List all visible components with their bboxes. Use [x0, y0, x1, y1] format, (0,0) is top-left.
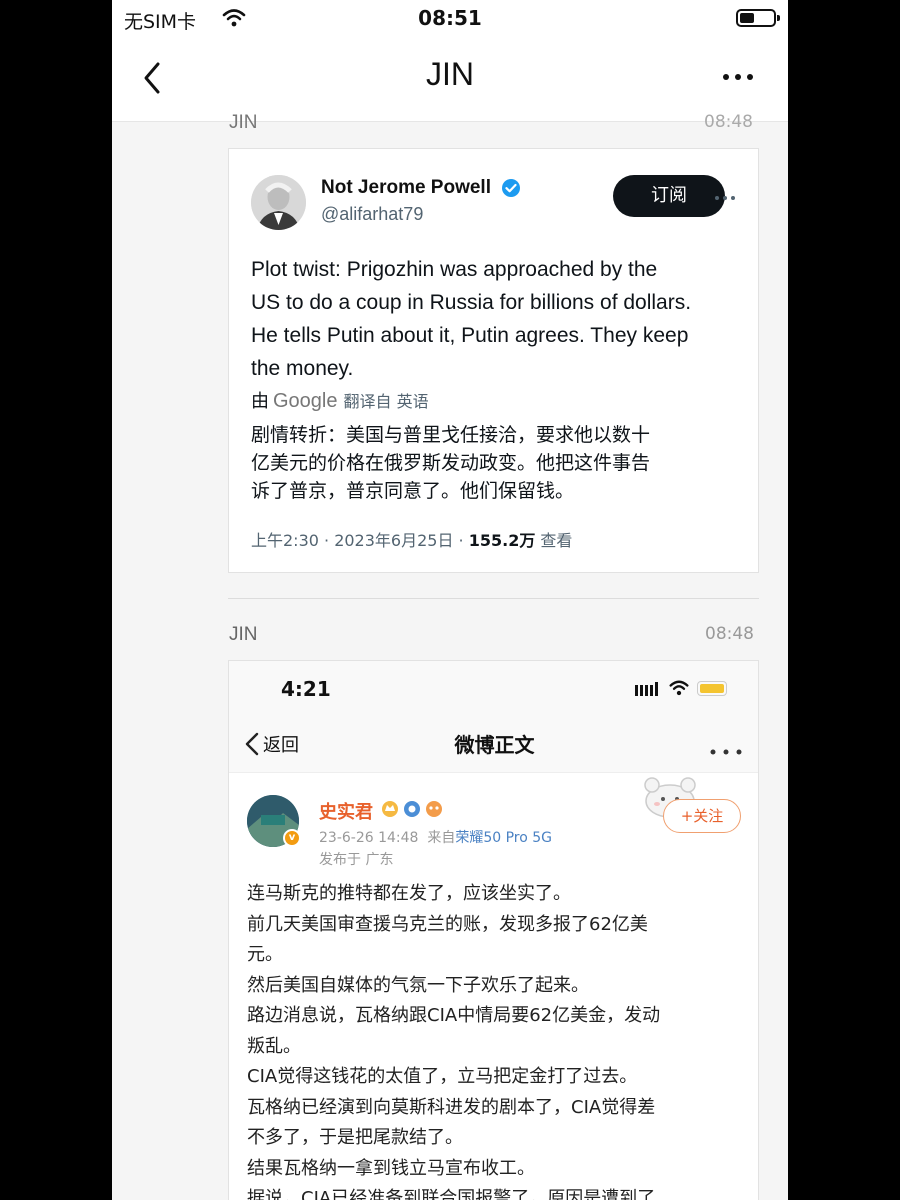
weibo-post-meta: 23-6-26 14:48 来自荣耀50 Pro 5G — [319, 827, 552, 847]
embedded-status-time: 4:21 — [281, 677, 331, 701]
translate-prefix: 由 — [251, 391, 269, 412]
tweet-meta: 上午2:30 · 2023年6月25日 · 155.2万 查看 — [251, 527, 572, 551]
weibo-location: 发布于 广东 — [319, 852, 394, 868]
translation-line: 亿美元的价格在俄罗斯发动政变。他把这件事告 — [251, 452, 651, 474]
weibo-source-prefix: 来自 — [427, 830, 456, 846]
follow-button[interactable]: +关注 — [663, 799, 741, 833]
user-badges-icon — [381, 799, 455, 823]
tweet-text-line: US to do a coup in Russia for billions o… — [251, 291, 692, 314]
weibo-author-name[interactable]: 史实君 — [319, 798, 373, 824]
verified-badge-icon — [501, 178, 521, 202]
more-button[interactable] — [720, 62, 760, 92]
embedded-status-bar: 4:21 — [229, 661, 758, 713]
tweet-timestamp: 上午2:30 · 2023年6月25日 · — [251, 531, 469, 550]
tweet-text-line: He tells Putin about it, Putin agrees. T… — [251, 324, 689, 347]
message-sender: JIN — [229, 624, 258, 645]
post-line: 前几天美国审查援乌克兰的账，发现多报了62亿美 — [247, 913, 648, 935]
post-line: 瓦格纳已经演到向莫斯科进发的剧本了，CIA觉得差 — [247, 1096, 656, 1118]
weibo-image-message[interactable]: 4:21 返回 微博正文 v 史实君 23-6-26 14:48 来自荣耀50 … — [228, 660, 759, 1200]
phone-screen: 无SIM卡 08:51 JIN JIN 08:48 Not Jerome Pow… — [112, 0, 788, 1200]
translation-line: 剧情转折：美国与普里戈任接洽，要求他以数十 — [251, 424, 651, 446]
message-sender: JIN — [229, 112, 258, 133]
tweet-text: Plot twist: Prigozhin was approached by … — [251, 253, 741, 385]
tweet-author-name: Not Jerome Powell — [321, 177, 491, 198]
avatar — [251, 175, 306, 230]
signal-icon — [635, 681, 661, 700]
weibo-source-device: 荣耀50 Pro 5G — [455, 830, 553, 846]
weibo-page-title: 微博正文 — [454, 733, 535, 757]
google-logo: Google — [273, 390, 338, 412]
chat-header: JIN — [112, 38, 788, 122]
tweet-author-handle: @alifarhat79 — [321, 204, 424, 224]
chat-title: JIN — [426, 56, 474, 92]
post-line: 路边消息说，瓦格纳跟CIA中情局要62亿美金，发动 — [247, 1005, 661, 1026]
post-line: 叛乱。 — [247, 1035, 301, 1057]
more-icon — [723, 74, 753, 80]
battery-icon — [697, 681, 727, 696]
weibo-post-body: 连马斯克的推特都在发了，应该坐实了。 前几天美国审查援乌克兰的账，发现多报了62… — [247, 879, 747, 1200]
battery-icon — [736, 9, 780, 27]
translate-suffix: 翻译自 英语 — [343, 392, 429, 411]
post-line: 连马斯克的推特都在发了，应该坐实了。 — [247, 883, 571, 904]
tweet-text-line: Plot twist: Prigozhin was approached by … — [251, 258, 658, 281]
translation-line: 诉了普京，普京同意了。他们保留钱。 — [251, 480, 575, 502]
weibo-post-date: 23-6-26 14:48 — [319, 830, 419, 846]
weibo-header: 返回 微博正文 — [229, 713, 758, 773]
post-line: 不多了，于是把尾款结了。 — [247, 1127, 463, 1148]
post-line: 元。 — [247, 944, 283, 965]
tweet-views-label: 查看 — [535, 531, 573, 550]
tweet-more-icon[interactable] — [713, 189, 737, 201]
message-time: 08:48 — [705, 624, 754, 644]
post-line: 然后美国自媒体的气氛一下子欢乐了起来。 — [247, 974, 589, 996]
post-line: 据说，CIA已经准备到联合国报警了，原因是遭到了 — [247, 1188, 656, 1200]
post-line: 结果瓦格纳一拿到钱立马宣布收工。 — [247, 1157, 535, 1179]
verified-v-badge-icon: v — [283, 829, 301, 847]
tweet-translation: 剧情转折：美国与普里戈任接洽，要求他以数十 亿美元的价格在俄罗斯发动政变。他把这… — [251, 421, 746, 505]
message-divider — [228, 598, 759, 599]
status-time: 08:51 — [418, 6, 482, 30]
tweet-text-line: the money. — [251, 357, 354, 380]
weibo-more-icon[interactable] — [709, 741, 743, 755]
subscribe-button[interactable]: 订阅 — [613, 175, 725, 217]
translation-attribution: 由 Google 翻译自 英语 — [251, 387, 429, 413]
message-time: 08:48 — [704, 112, 753, 132]
status-bar: 无SIM卡 08:51 — [112, 0, 788, 38]
tweet-views: 155.2万 — [468, 531, 536, 550]
tweet-image-message[interactable]: Not Jerome Powell @alifarhat79 订阅 Plot t… — [228, 148, 759, 573]
wifi-icon — [669, 680, 689, 700]
post-line: CIA觉得这钱花的太值了，立马把定金打了过去。 — [247, 1066, 638, 1087]
